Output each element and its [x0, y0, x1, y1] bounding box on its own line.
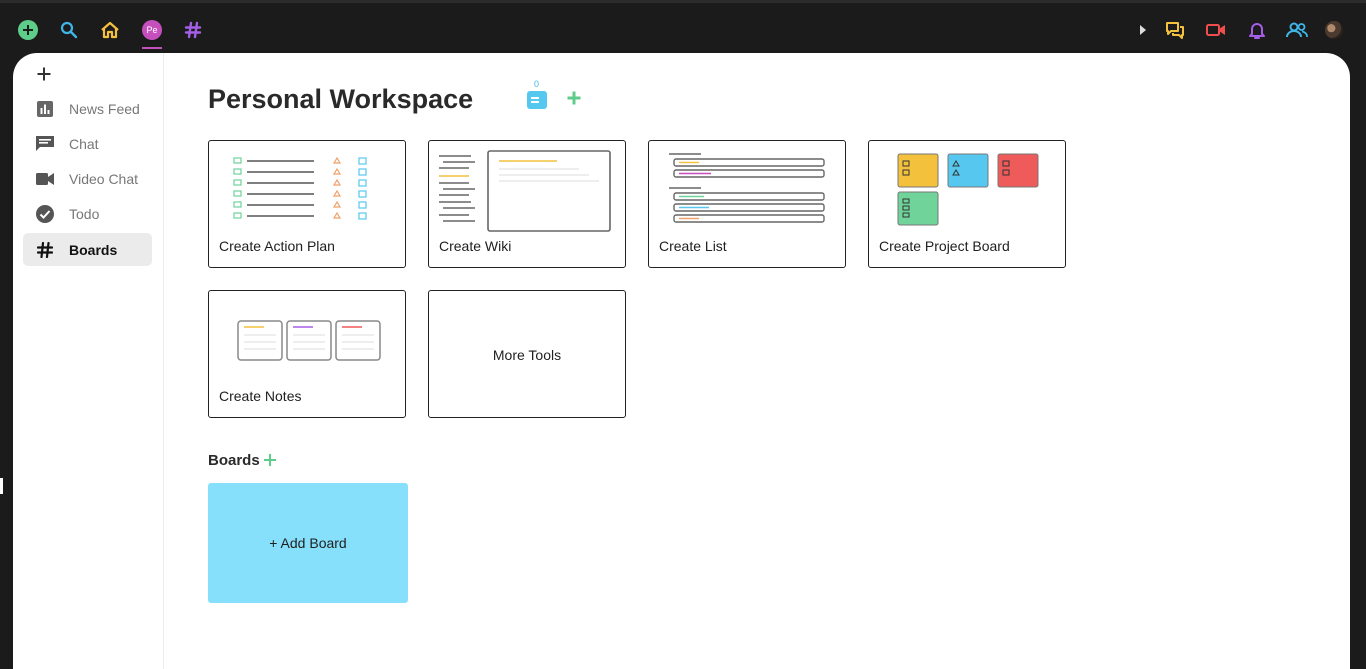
project-board-thumbnail-icon	[897, 153, 1039, 226]
create-action-plan-card[interactable]: Create Action Plan	[208, 140, 406, 268]
sidebar-item-label: Todo	[69, 205, 100, 222]
people-icon[interactable]	[1286, 19, 1308, 41]
caret-right-icon[interactable]	[1132, 19, 1154, 41]
video-icon	[35, 169, 55, 189]
hash-icon[interactable]	[182, 19, 204, 41]
search-icon[interactable]	[58, 19, 80, 41]
action-plan-thumbnail-icon	[233, 156, 367, 220]
create-wiki-card[interactable]: Create Wiki	[428, 140, 626, 268]
card-label: Create Project Board	[879, 238, 1010, 254]
add-board-button[interactable]: + Add Board	[208, 483, 408, 603]
wiki-thumbnail-icon	[439, 150, 611, 232]
page-title: Personal Workspace	[208, 84, 474, 114]
active-indicator	[142, 47, 162, 49]
add-board-icon[interactable]	[263, 453, 277, 467]
bell-icon[interactable]	[1246, 19, 1268, 41]
notes-thumbnail-icon	[237, 320, 381, 361]
chat-bubbles-icon[interactable]	[1164, 19, 1186, 41]
sidebar-item-todo[interactable]: Todo	[23, 197, 152, 230]
list-thumbnail-icon	[669, 153, 825, 223]
add-icon[interactable]	[35, 65, 53, 83]
doc-count-badge: 0	[534, 79, 540, 89]
add-workspace-item-icon[interactable]	[566, 90, 581, 105]
create-notes-card[interactable]: Create Notes	[208, 290, 406, 418]
create-list-card[interactable]: Create List	[648, 140, 846, 268]
card-label: Create Notes	[219, 388, 302, 404]
home-icon[interactable]	[99, 19, 121, 41]
chat-icon	[35, 134, 55, 154]
sidebar-item-chat[interactable]: Chat	[23, 127, 152, 160]
sidebar-item-label: Chat	[69, 135, 99, 152]
check-circle-icon	[35, 204, 55, 224]
more-tools-card[interactable]: More Tools	[428, 290, 626, 418]
sidebar: News Feed Chat Video Chat Todo Boards	[13, 53, 164, 669]
create-project-board-card[interactable]: Create Project Board	[868, 140, 1066, 268]
add-circle-icon[interactable]	[17, 19, 39, 41]
boards-heading: Boards	[208, 452, 260, 469]
card-label: More Tools	[492, 347, 562, 363]
sidebar-item-label: News Feed	[69, 100, 140, 117]
user-photo-avatar[interactable]	[1323, 19, 1345, 41]
window-edge-marker	[0, 478, 3, 494]
card-label: Create Action Plan	[219, 238, 335, 254]
sidebar-item-video-chat[interactable]: Video Chat	[23, 162, 152, 195]
sidebar-item-label: Video Chat	[69, 170, 139, 187]
document-icon[interactable]	[527, 91, 547, 109]
sidebar-item-label: Boards	[69, 241, 118, 258]
sidebar-item-boards[interactable]: Boards	[23, 233, 152, 266]
profile-avatar[interactable]: Pe	[141, 19, 163, 41]
card-label: Create List	[659, 238, 727, 254]
main-panel: News Feed Chat Video Chat Todo Boards Pe…	[13, 53, 1350, 669]
card-label: Create Wiki	[439, 238, 512, 254]
bar-chart-icon	[35, 99, 55, 119]
top-toolbar: Pe	[0, 0, 1366, 53]
video-camera-icon[interactable]	[1205, 19, 1227, 41]
avatar-initials: Pe	[142, 20, 162, 40]
sidebar-item-news-feed[interactable]: News Feed	[23, 92, 152, 125]
hash-icon	[35, 240, 55, 260]
